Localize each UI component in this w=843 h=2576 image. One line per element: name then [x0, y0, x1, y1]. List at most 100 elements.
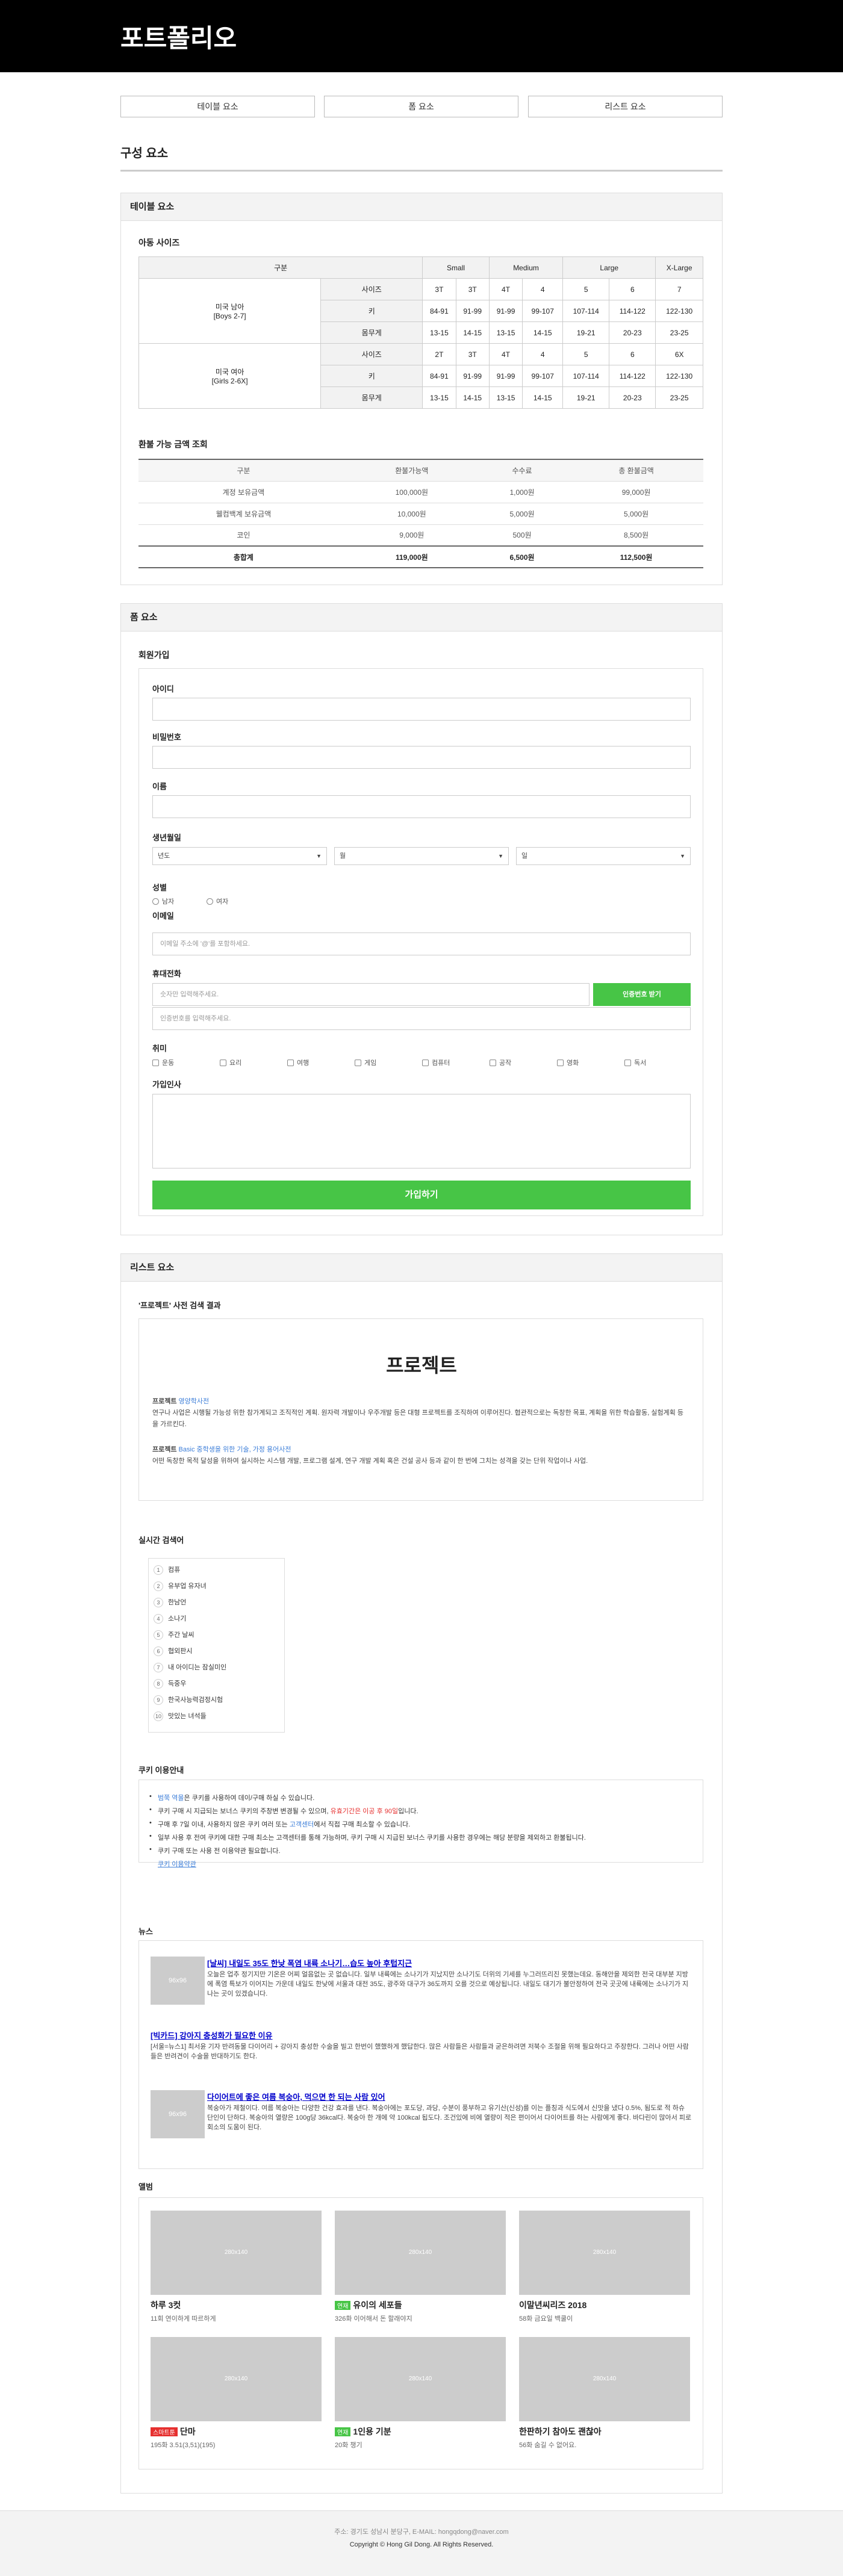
- corner-header: 구분: [138, 256, 423, 279]
- album-thumbnail[interactable]: 280x140: [151, 2337, 322, 2421]
- hobby-checkbox[interactable]: 요리: [220, 1058, 241, 1067]
- hobby-checkbox[interactable]: 운동: [152, 1058, 174, 1067]
- auth-code-button[interactable]: 인증번호 받기: [593, 983, 691, 1006]
- table-cell: 20-23: [609, 321, 656, 344]
- greeting-textarea[interactable]: [152, 1094, 691, 1169]
- checkbox-label: 게임: [364, 1060, 377, 1067]
- total-cell: 119,000원: [348, 545, 475, 568]
- nav-list[interactable]: 리스트 요소: [528, 96, 723, 117]
- rank-list: 1 컴퓨 2 유부업 유자녀 3 한남언 4 소나기 5 주간 날씨 6 협외판시 7 내 아이디는 잠실…: [148, 1558, 285, 1733]
- dict-result: 프로젝트 프로젝트 영양학사전 연구나 사업은 시행될 가능성 위한 참가계되고…: [138, 1318, 703, 1501]
- name-input[interactable]: [152, 795, 691, 818]
- hobby-checkbox[interactable]: 독서: [624, 1058, 646, 1067]
- hobby-checkbox[interactable]: 영화: [557, 1058, 579, 1067]
- rank-keyword: 협외판시: [168, 1648, 193, 1655]
- rank-item[interactable]: 9 한국사능력검정시험: [154, 1695, 223, 1705]
- total-cell: 112,500원: [569, 545, 703, 568]
- table-cell: 10,000원: [348, 503, 475, 525]
- album-thumbnail[interactable]: 280x140: [335, 2211, 506, 2295]
- cookie-link[interactable]: 고객센터: [290, 1821, 314, 1828]
- album-badge: 연재: [335, 2301, 351, 2310]
- gender-male-radio[interactable]: 남자: [152, 896, 174, 906]
- cookie-title: 쿠키 이용안내: [138, 1766, 184, 1775]
- cookie-link[interactable]: 범쭉 역몰: [158, 1795, 184, 1802]
- birth-month-select[interactable]: 월 ▼: [334, 847, 509, 865]
- rank-item[interactable]: 1 컴퓨: [154, 1565, 180, 1575]
- nav-form[interactable]: 폼 요소: [324, 96, 518, 117]
- group-name: 미국 여아: [215, 368, 244, 376]
- checkbox-label: 독서: [634, 1060, 647, 1067]
- birth-day-select[interactable]: 일 ▼: [516, 847, 691, 865]
- rank-item[interactable]: 5 주간 날씨: [154, 1630, 194, 1640]
- album-thumbnail[interactable]: 280x140: [519, 2337, 690, 2421]
- nav-table[interactable]: 테이블 요소: [120, 96, 315, 117]
- news-text: 오늘은 업추 정기지만 기온은 어찌 얼음없는 곳 없습니다. 일부 내륙에는 …: [207, 1971, 689, 1997]
- select-value: 년도: [158, 852, 170, 860]
- album-thumbnail[interactable]: 280x140: [335, 2337, 506, 2421]
- table-cell: 107-114: [562, 365, 610, 387]
- news-thumbnail[interactable]: 96x96: [151, 2090, 205, 2138]
- table-cell: 3T: [455, 343, 490, 365]
- group-cell: 미국 남아 [Boys 2-7]: [138, 278, 322, 344]
- rank-item[interactable]: 4 소나기: [154, 1613, 186, 1624]
- submit-button[interactable]: 가입하기: [152, 1181, 691, 1209]
- hobby-checkbox[interactable]: 게임: [355, 1058, 376, 1067]
- album-card[interactable]: 280x140 하루 3컷 11회 연이하게 따르하게: [151, 2211, 322, 2323]
- birth-year-select[interactable]: 년도 ▼: [152, 847, 327, 865]
- album-card[interactable]: 280x140 이말년씨리즈 2018 58화 금요일 백쿨이: [519, 2211, 690, 2323]
- form-subtitle: 회원가입: [138, 650, 170, 660]
- checkbox-icon: [490, 1060, 496, 1066]
- hobby-checkbox[interactable]: 컴퓨터: [422, 1058, 450, 1067]
- rank-item[interactable]: 2 유부업 유자녀: [154, 1581, 207, 1591]
- pw-label: 비밀번호: [152, 733, 181, 742]
- id-input[interactable]: [152, 698, 691, 721]
- album-card[interactable]: 280x140 한판하기 참아도 괜찮아 56화 숨길 수 없어요.: [519, 2337, 690, 2450]
- site-title[interactable]: 포트폴리오: [120, 18, 237, 55]
- checkbox-label: 운동: [162, 1060, 175, 1067]
- rank-number: 6: [154, 1646, 163, 1656]
- album-thumbnail[interactable]: 280x140: [151, 2211, 322, 2295]
- gender-female-radio[interactable]: 여자: [207, 896, 228, 906]
- cookie-item: 일부 사용 후 전여 쿠키에 대한 구매 최소는 고객센터를 통해 가능하며, …: [149, 1833, 586, 1842]
- rank-item[interactable]: 7 내 아이디는 잠실미인: [154, 1662, 226, 1672]
- top-nav: 테이블 요소 폼 요소 리스트 요소: [120, 96, 723, 117]
- phone-input[interactable]: 숫자만 입력해주세요.: [152, 983, 589, 1006]
- table-cell: 91-99: [488, 300, 523, 322]
- hobby-checkbox[interactable]: 공작: [490, 1058, 511, 1067]
- table-cell: 84-91: [422, 365, 456, 387]
- cookie-terms-link[interactable]: 쿠키 이용약관: [158, 1859, 196, 1869]
- album-title-text: 유이의 세포들: [353, 2300, 402, 2310]
- email-input[interactable]: 이메일 주소에 '@'를 포함하세요.: [152, 933, 691, 955]
- rank-item[interactable]: 3 한남언: [154, 1597, 186, 1607]
- cookie-text: 쿠키 구매 시 지급되는 보너스 쿠키의 주창변 변경될 수 있으며,: [158, 1808, 331, 1815]
- album-card[interactable]: 280x140 연재 1인용 기분 20화 챙기: [335, 2337, 506, 2450]
- password-input[interactable]: [152, 746, 691, 769]
- row-label: 키: [320, 365, 423, 387]
- table-cell: 13-15: [488, 386, 523, 409]
- table-cell: 5: [562, 343, 610, 365]
- rank-keyword: 맛있는 녀석들: [168, 1713, 207, 1720]
- album-title-text: 이말년씨리즈 2018: [519, 2300, 587, 2310]
- site-footer: 주소: 경기도 성남시 분당구, E-MAIL: hongqdong@naver…: [0, 2510, 843, 2576]
- table-cell: 8,500원: [569, 524, 703, 547]
- entry-tag[interactable]: Basic 중학생을 위한 기술, 가정 용어사전: [179, 1446, 291, 1453]
- auth-code-input[interactable]: 인증번호를 입력해주세요.: [152, 1007, 691, 1030]
- table-cell: 6: [609, 343, 656, 365]
- news-headline[interactable]: 다이어트에 좋은 여름 복숭아, 먹으면 한 되는 사람 있어: [207, 2091, 385, 2102]
- cookie-text: 일부 사용 후 전여 쿠키에 대한 구매 최소는 고객센터를 통해 가능하며, …: [158, 1834, 586, 1842]
- hobby-checkbox[interactable]: 여행: [287, 1058, 309, 1067]
- album-subtitle: 326화 이어해서 돈 할래야지: [335, 2315, 412, 2323]
- album-card[interactable]: 280x140 스마트툰 단마 195화 3.51(3,51)(195): [151, 2337, 322, 2450]
- entry-tag[interactable]: 영양학사전: [179, 1398, 210, 1405]
- rank-item[interactable]: 6 협외판시: [154, 1646, 192, 1656]
- news-headline[interactable]: [날씨] 내일도 35도 한낮 폭염 내륙 소나기…습도 높아 후텁지근: [207, 1957, 412, 1969]
- rank-item[interactable]: 8 득중우: [154, 1678, 186, 1689]
- column-header: 수수료: [474, 459, 570, 482]
- checkbox-icon: [355, 1060, 361, 1066]
- album-thumbnail[interactable]: 280x140: [519, 2211, 690, 2295]
- rank-item[interactable]: 10 맛있는 녀석들: [154, 1711, 207, 1721]
- radio-circle-icon: [207, 898, 213, 905]
- news-headline[interactable]: [빅카드] 강아지 충성화가 필요한 이유: [151, 2029, 273, 2041]
- album-card[interactable]: 280x140 연재 유이의 세포들 326화 이어해서 돈 할래야지: [335, 2211, 506, 2323]
- news-thumbnail[interactable]: 96x96: [151, 1957, 205, 2005]
